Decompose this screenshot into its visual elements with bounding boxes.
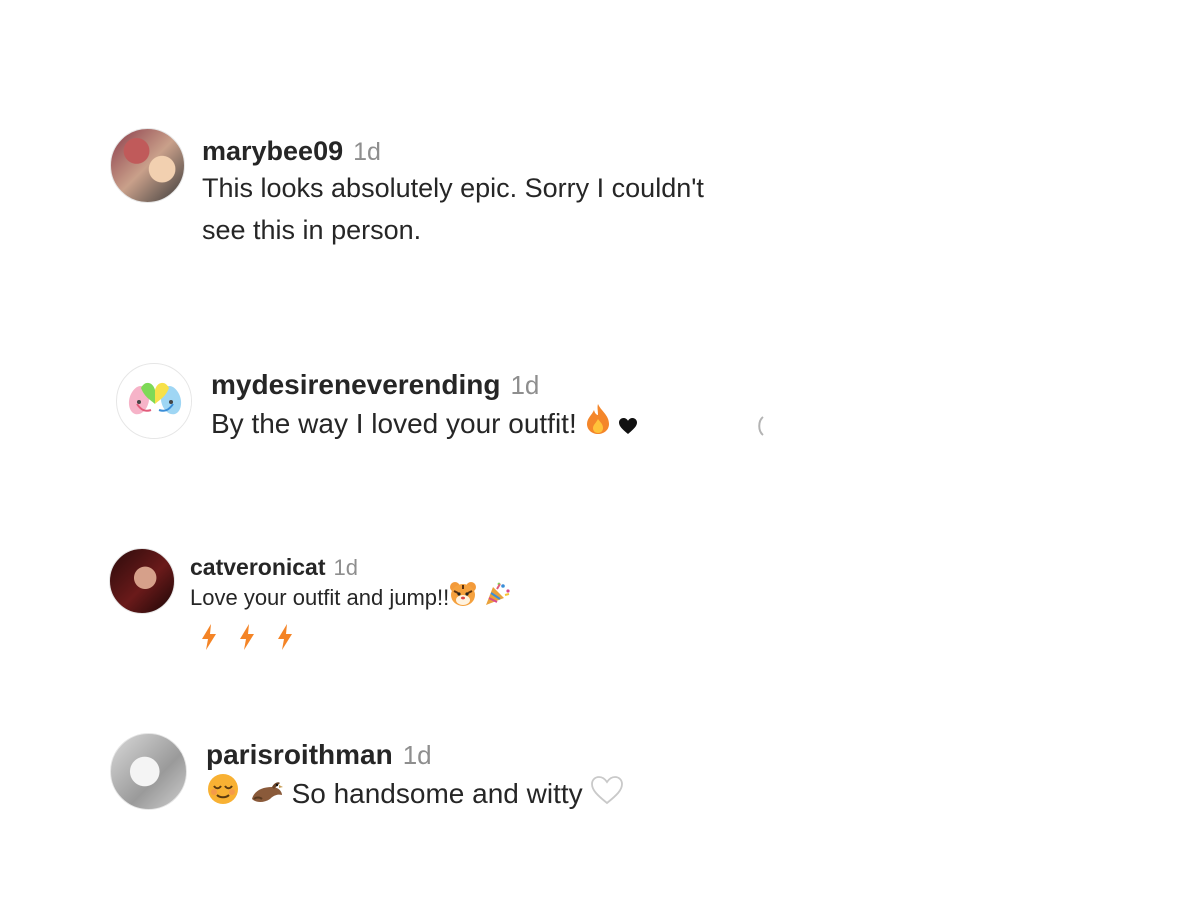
comment-text-content: By the way I loved your outfit! <box>211 408 577 439</box>
party-popper-emoji-icon <box>483 581 511 617</box>
comment-text-content: Love your outfit and jump!! <box>190 585 450 610</box>
fire-emoji-icon <box>585 403 611 449</box>
comment-meta: marybee09 1d <box>202 136 722 167</box>
avatar[interactable] <box>109 548 175 614</box>
lightning-emoji-icon <box>276 623 294 661</box>
comment-item: catveronicat 1d Love your outfit and jum… <box>109 548 511 661</box>
comment-time[interactable]: 1d <box>403 740 432 771</box>
comment-time[interactable]: 1d <box>334 555 358 581</box>
white-heart-icon <box>590 773 624 819</box>
avatar[interactable] <box>110 733 187 810</box>
comment-text: This looks absolutely epic. Sorry I coul… <box>202 173 712 245</box>
avatar[interactable] <box>116 363 192 439</box>
comment-body: catveronicat 1d Love your outfit and jum… <box>190 548 511 661</box>
avatar[interactable] <box>110 128 185 203</box>
comment-body: mydesireneverending 1d By the way I love… <box>211 363 638 449</box>
comment-text: So handsome and witty <box>206 771 624 819</box>
comment-text: Love your outfit and jump!! <box>190 581 511 661</box>
comment-body: parisroithman 1d So handsome and witty <box>206 733 624 819</box>
comment-username[interactable]: catveronicat <box>190 554 326 581</box>
comment-meta: parisroithman 1d <box>206 739 624 771</box>
comment-username[interactable]: marybee09 <box>202 136 343 167</box>
relieved-face-emoji-icon <box>206 773 240 819</box>
comment-item: marybee09 1d This looks absolutely epic.… <box>110 128 722 251</box>
dodo-bird-emoji-icon <box>248 773 284 819</box>
comment-meta: mydesireneverending 1d <box>211 369 638 401</box>
comment-item: parisroithman 1d So handsome and witty <box>110 733 624 819</box>
comment-text: By the way I loved your outfit! <box>211 401 638 449</box>
comment-meta: catveronicat 1d <box>190 554 511 581</box>
comment-text-content: So handsome and witty <box>291 778 583 809</box>
black-heart-icon <box>618 403 638 449</box>
avatar-image <box>118 365 191 438</box>
comment-time[interactable]: 1d <box>510 370 539 401</box>
comment-time[interactable]: 1d <box>353 138 381 167</box>
comment-username[interactable]: parisroithman <box>206 739 393 771</box>
comment-item: mydesireneverending 1d By the way I love… <box>116 363 764 449</box>
tiger-face-emoji-icon <box>449 581 477 617</box>
lightning-emoji-icon <box>238 623 256 661</box>
truncated-icon <box>756 415 764 443</box>
lightning-emoji-icon <box>200 623 218 661</box>
comment-body: marybee09 1d This looks absolutely epic.… <box>202 128 722 251</box>
comment-username[interactable]: mydesireneverending <box>211 369 500 401</box>
